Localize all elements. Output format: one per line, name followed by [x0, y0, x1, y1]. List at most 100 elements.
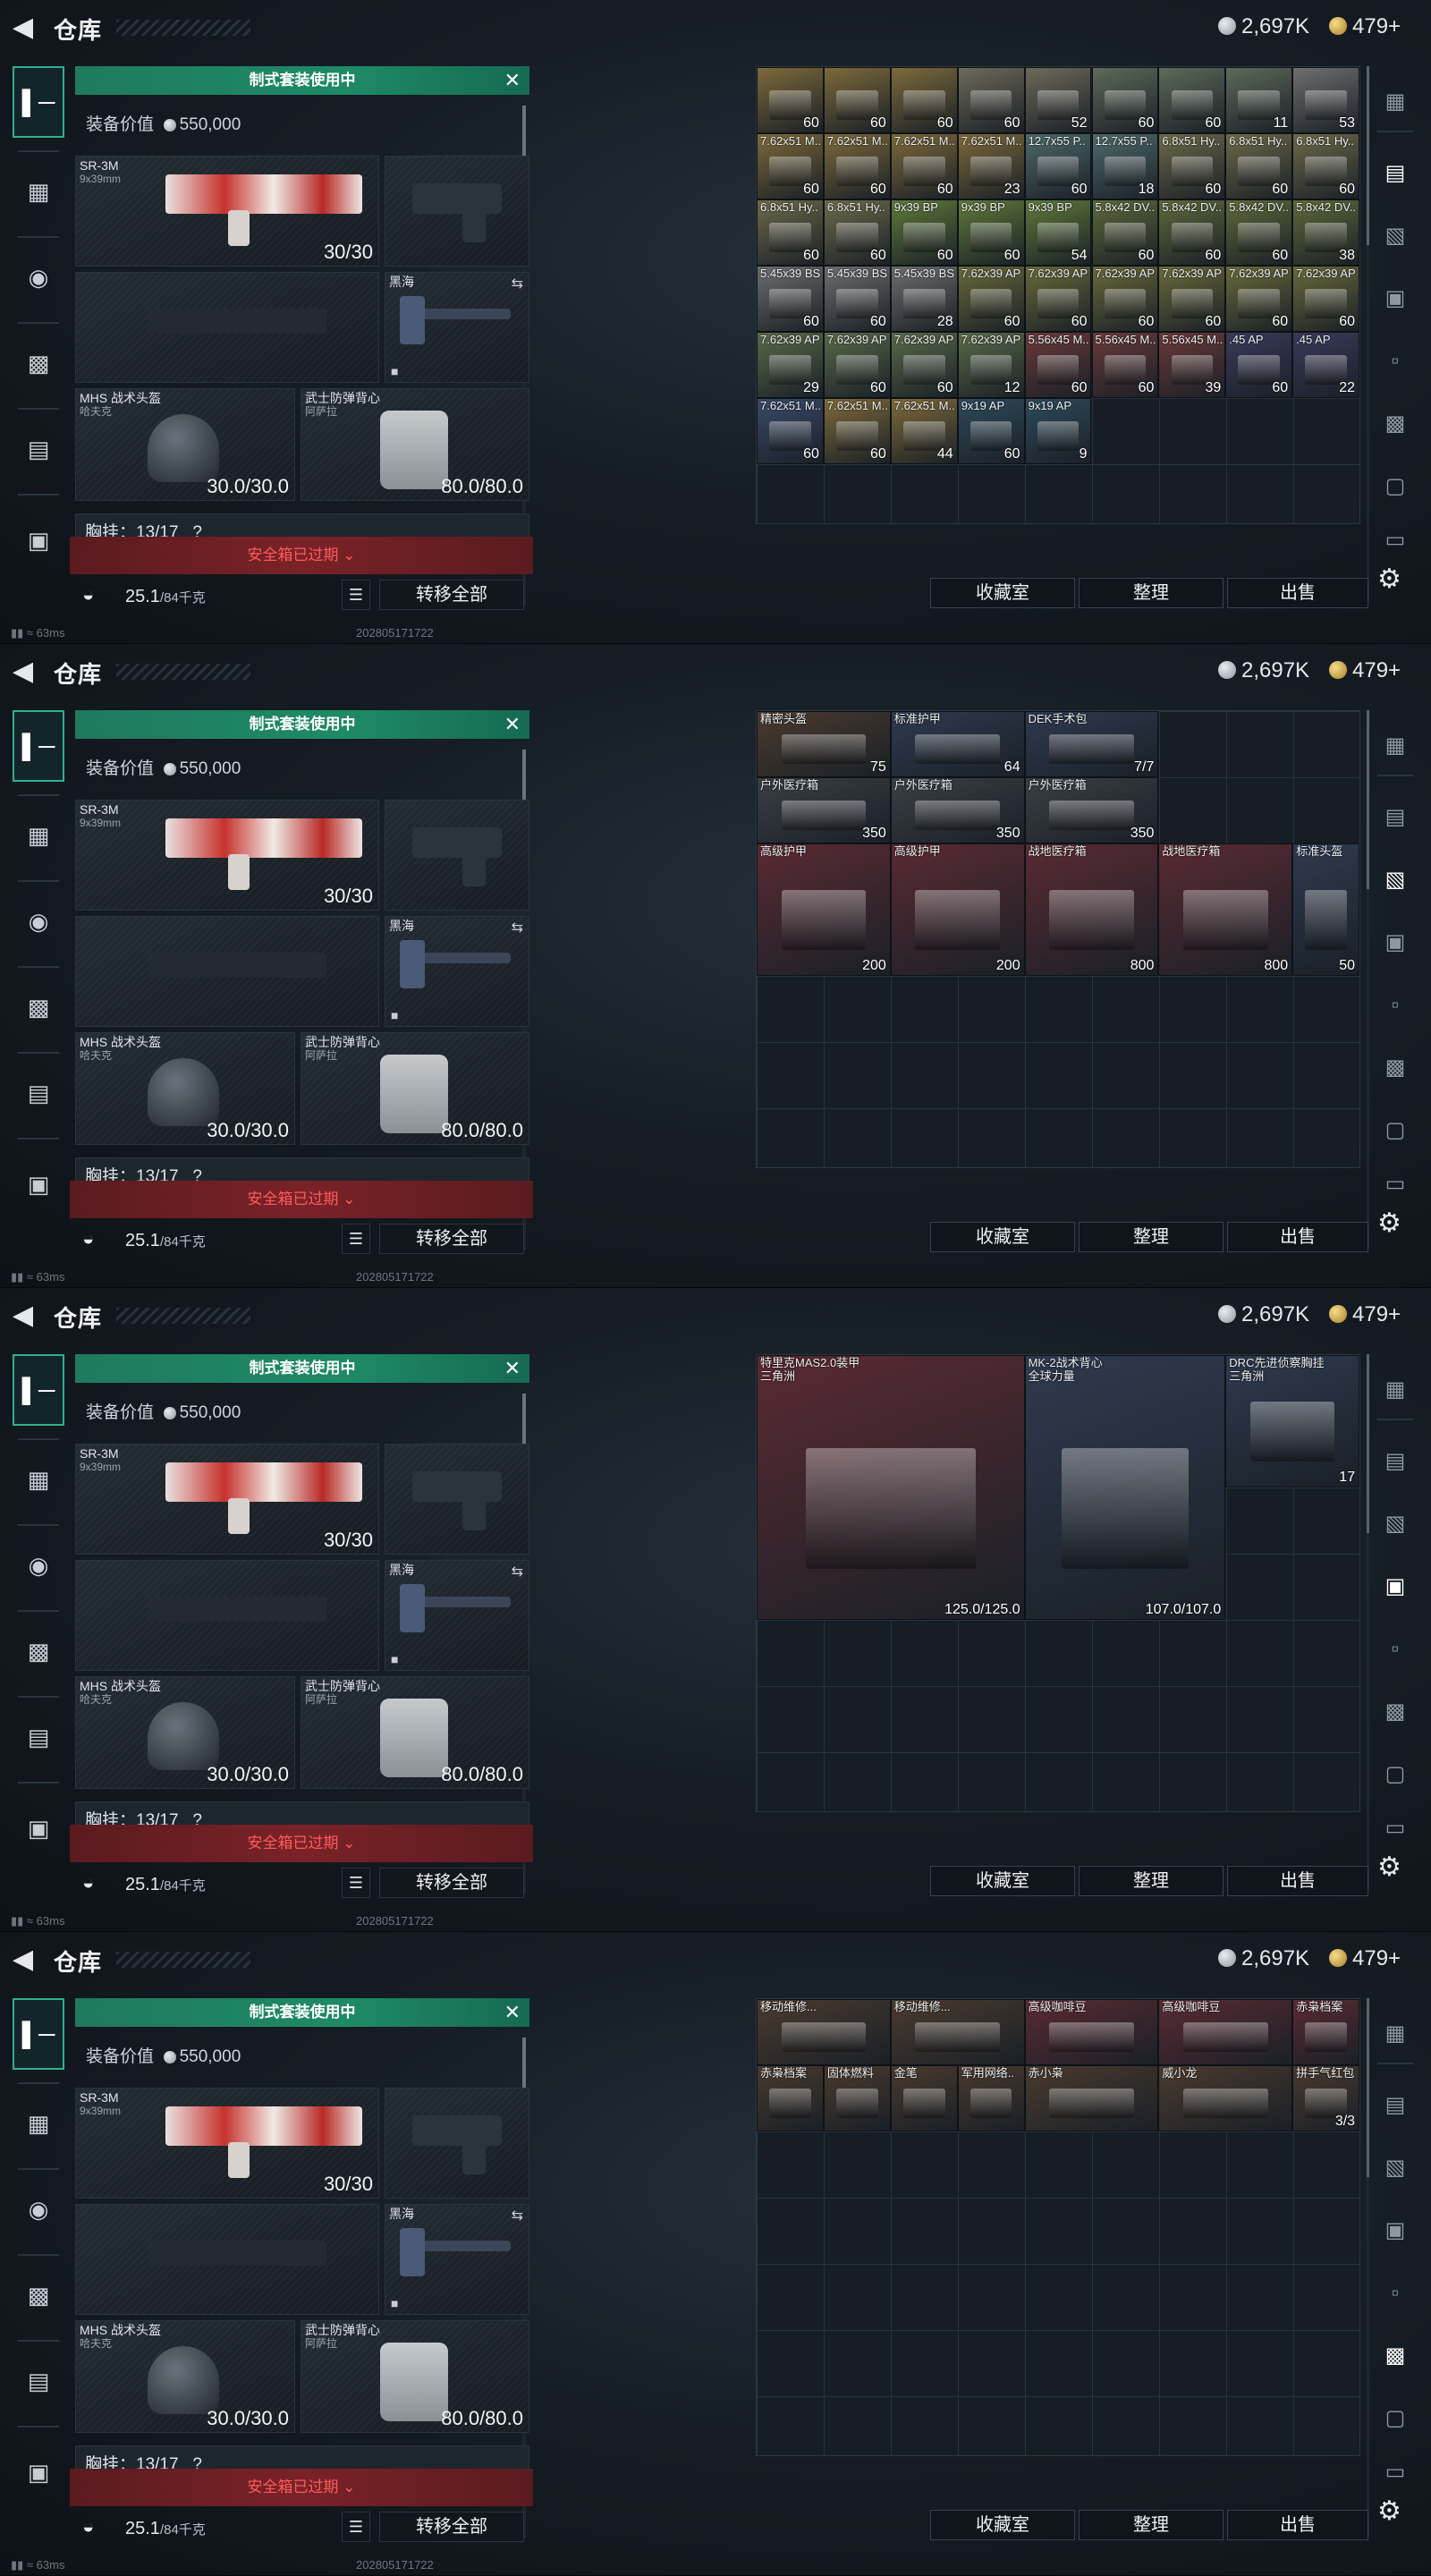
helmet-slot[interactable]: MHS 战术头盔 哈夫克 30.0/30.0 — [75, 388, 295, 501]
stash-grid[interactable]: 精密头盔 75 标准护甲 64 DEK手术包 7/7 户外医疗箱 350 户外医疗箱 350 户外医… — [756, 710, 1360, 1168]
stash-item[interactable]: 52 — [1024, 67, 1092, 133]
stash-item[interactable]: MK-2战术背心 全球力量 107.0/107.0 — [1024, 1355, 1226, 1620]
weapon-tab[interactable]: ▌─ — [13, 1354, 64, 1426]
stash-item[interactable]: 特里克MAS2.0装甲 三角洲 125.0/125.0 — [757, 1355, 1025, 1620]
stash-item[interactable]: 7.62x51 M.. 60 — [757, 398, 824, 464]
stash-item[interactable]: 5.56x45 M.. 60 — [1091, 332, 1159, 398]
sort-button[interactable]: 整理 — [1079, 578, 1224, 608]
loadout-scroll-thumb[interactable] — [522, 2038, 526, 2091]
gear-icon[interactable]: ⚙ — [1377, 1852, 1401, 1883]
back-arrow-icon[interactable]: ◀ — [13, 657, 41, 687]
list-icon[interactable]: ☰ — [342, 580, 370, 610]
category-misc-icon[interactable]: ▢ — [1374, 1753, 1417, 1796]
silver-currency[interactable]: 2,697K — [1218, 1946, 1309, 1971]
pistol-slot[interactable] — [385, 156, 529, 267]
stash-item[interactable]: 5.8x42 DV.. 38 — [1292, 199, 1360, 266]
stash-item[interactable]: 6.8x51 Hy.. 60 — [757, 199, 824, 266]
stash-scroll-thumb[interactable] — [1367, 66, 1369, 245]
swap-icon[interactable]: ⇆ — [512, 919, 523, 936]
backpack-tab[interactable]: ▩ — [13, 2259, 64, 2331]
melee-slot[interactable]: 黑海 ⇆ ■ — [385, 2204, 529, 2315]
sort-button[interactable]: 整理 — [1079, 1222, 1224, 1252]
stash-item[interactable]: 7.62x39 AP 60 — [1158, 266, 1226, 332]
category-armor-icon[interactable]: ▣ — [1374, 277, 1417, 320]
stash-item[interactable]: 高级咖啡豆 — [1158, 1999, 1293, 2065]
category-medical-icon[interactable]: ▧ — [1374, 215, 1417, 258]
sell-button[interactable]: 出售 — [1227, 578, 1368, 608]
case-tab[interactable]: ▣ — [13, 2436, 64, 2508]
stash-item[interactable]: 7.62x51 M.. 23 — [957, 133, 1025, 199]
loadout-scroll-thumb[interactable] — [522, 1394, 526, 1447]
category-all-icon[interactable]: ▦ — [1374, 80, 1417, 123]
stash-item[interactable]: 拼手气红包 3/3 — [1292, 2065, 1360, 2131]
back-arrow-icon[interactable]: ◀ — [13, 13, 41, 43]
transfer-all-button[interactable]: 转移全部 — [379, 2512, 524, 2542]
melee-slot[interactable]: 黑海 ⇆ ■ — [385, 272, 529, 383]
stash-item[interactable]: 固体燃料 — [823, 2065, 891, 2131]
stash-item[interactable]: 12.7x55 P.. 18 — [1091, 133, 1159, 199]
close-icon[interactable]: ✕ — [504, 710, 521, 739]
pistol-slot[interactable] — [385, 800, 529, 911]
safebox-expired-banner[interactable]: 安全箱已过期 ⌄ — [70, 1181, 533, 1218]
stash-item[interactable]: 6.8x51 Hy.. 60 — [1292, 133, 1360, 199]
pouch-tab[interactable]: ▤ — [13, 1701, 64, 1773]
collection-room-button[interactable]: 收藏室 — [930, 1222, 1075, 1252]
category-ammo-icon[interactable]: ▤ — [1374, 1440, 1417, 1483]
stash-item[interactable]: 5.56x45 M.. 39 — [1158, 332, 1226, 398]
silver-currency[interactable]: 2,697K — [1218, 658, 1309, 683]
stash-item[interactable]: 6.8x51 Hy.. 60 — [1225, 133, 1293, 199]
stash-item[interactable]: 赤小枭 — [1024, 2065, 1159, 2131]
collection-room-button[interactable]: 收藏室 — [930, 2510, 1075, 2540]
stash-item[interactable]: 7.62x39 AP 60 — [823, 332, 891, 398]
stash-item[interactable]: 60 — [957, 67, 1025, 133]
category-medical-icon[interactable]: ▧ — [1374, 859, 1417, 902]
stash-item[interactable]: 7.62x39 AP 60 — [1024, 266, 1092, 332]
loadout-scroll-thumb[interactable] — [522, 750, 526, 803]
category-key-icon[interactable]: ▫ — [1374, 340, 1417, 383]
armor-slot[interactable]: 武士防弹背心 阿萨拉 80.0/80.0 — [301, 1032, 529, 1145]
helmet-slot[interactable]: MHS 战术头盔 哈夫克 30.0/30.0 — [75, 1676, 295, 1789]
stash-item[interactable]: 7.62x51 M.. 60 — [757, 133, 824, 199]
stash-item[interactable]: 赤枭档案 — [1292, 1999, 1360, 2065]
secondary-weapon-slot[interactable] — [75, 272, 379, 383]
category-all-icon[interactable]: ▦ — [1374, 724, 1417, 767]
helmet-tab[interactable]: ◉ — [13, 242, 64, 313]
secondary-weapon-slot[interactable] — [75, 2204, 379, 2315]
swap-icon[interactable]: ⇆ — [512, 2207, 523, 2224]
stash-item[interactable]: 战地医疗箱 800 — [1158, 843, 1293, 976]
category-misc-icon[interactable]: ▢ — [1374, 1109, 1417, 1152]
stash-item[interactable]: 标准头盔 50 — [1292, 843, 1360, 976]
category-extra-icon[interactable]: ▭ — [1374, 519, 1417, 562]
stash-item[interactable]: 5.8x42 DV.. 60 — [1091, 199, 1159, 266]
stash-item[interactable]: 7.62x51 M.. 60 — [823, 133, 891, 199]
list-icon[interactable]: ☰ — [342, 2512, 370, 2542]
stash-item[interactable]: 7.62x39 AP 60 — [1292, 266, 1360, 332]
swap-icon[interactable]: ⇆ — [512, 1563, 523, 1580]
stash-item[interactable]: 60 — [823, 67, 891, 133]
stash-item[interactable]: 金笔 — [890, 2065, 958, 2131]
armor-tab[interactable]: ▦ — [13, 2088, 64, 2159]
gold-currency[interactable]: 479+ — [1329, 1946, 1401, 1971]
category-ammo-icon[interactable]: ▤ — [1374, 152, 1417, 195]
stash-scroll-thumb[interactable] — [1367, 710, 1369, 889]
backpack-tab[interactable]: ▩ — [13, 1615, 64, 1687]
back-arrow-icon[interactable]: ◀ — [13, 1945, 41, 1975]
stash-item[interactable]: 战地医疗箱 800 — [1024, 843, 1159, 976]
category-key-icon[interactable]: ▫ — [1374, 1628, 1417, 1671]
gear-icon[interactable]: ⚙ — [1377, 1208, 1401, 1239]
stash-item[interactable]: 标准护甲 64 — [890, 711, 1025, 777]
backpack-tab[interactable]: ▩ — [13, 971, 64, 1043]
stash-item[interactable]: 9x39 BP 60 — [890, 199, 958, 266]
primary-weapon-slot[interactable]: SR-3M 9x39mm 30/30 — [75, 800, 379, 911]
transfer-all-button[interactable]: 转移全部 — [379, 1868, 524, 1898]
gold-currency[interactable]: 479+ — [1329, 14, 1401, 39]
pistol-slot[interactable] — [385, 2088, 529, 2199]
helmet-slot[interactable]: MHS 战术头盔 哈夫克 30.0/30.0 — [75, 2320, 295, 2433]
collection-room-button[interactable]: 收藏室 — [930, 578, 1075, 608]
sort-button[interactable]: 整理 — [1079, 1866, 1224, 1896]
close-icon[interactable]: ✕ — [504, 1354, 521, 1383]
sell-button[interactable]: 出售 — [1227, 1222, 1368, 1252]
helmet-tab[interactable]: ◉ — [13, 1530, 64, 1601]
stash-item[interactable]: 7.62x39 AP 29 — [757, 332, 824, 398]
category-valuables-icon[interactable]: ▩ — [1374, 402, 1417, 445]
